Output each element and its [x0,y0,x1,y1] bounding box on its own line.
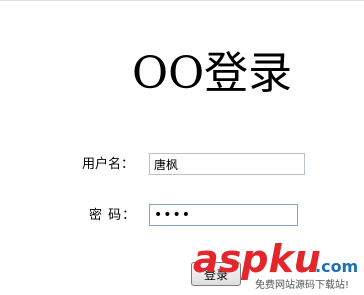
password-input[interactable] [149,204,298,226]
page-title: OO登录 [132,48,293,99]
watermark-domain-text: .com [315,257,358,276]
username-label: 用户名： [82,157,135,172]
username-input[interactable] [149,153,305,175]
password-label: 密 码： [89,208,137,223]
window-top-border [0,0,364,1]
login-button[interactable]: 登录 [191,262,241,286]
watermark-caption-text: 免费网站源码下载站! [255,278,349,291]
